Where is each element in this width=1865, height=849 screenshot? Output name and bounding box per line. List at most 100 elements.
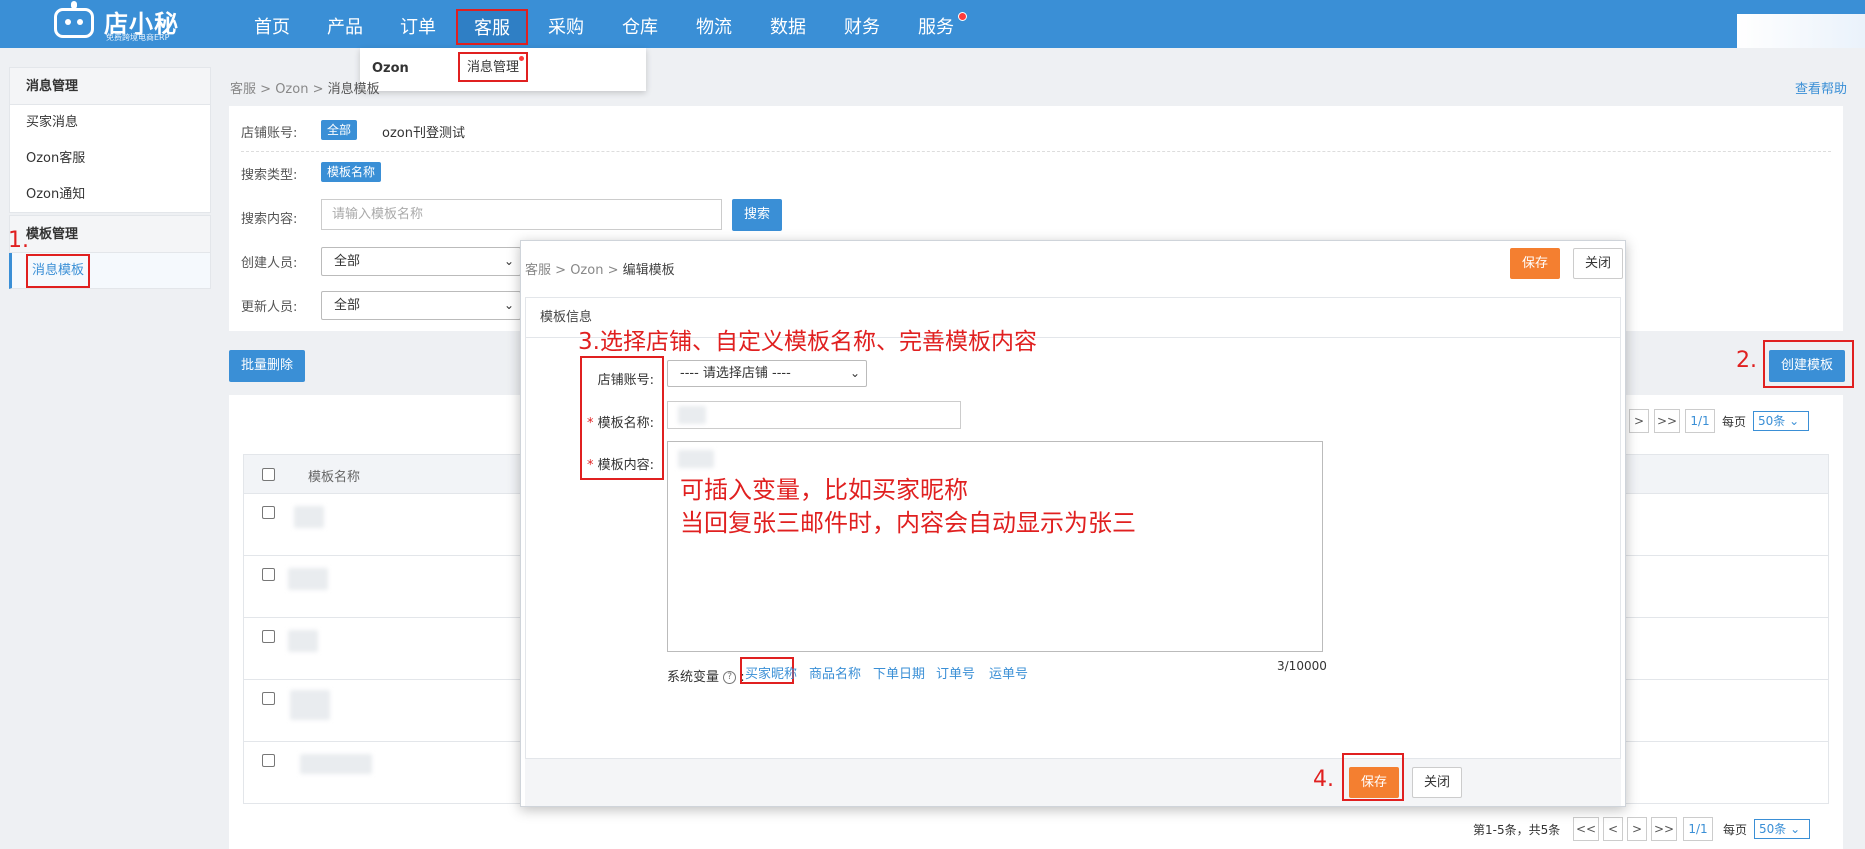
- dropdown-group-ozon: Ozon: [372, 61, 409, 76]
- chevron-down-icon: ⌄: [503, 298, 514, 312]
- row-checkbox[interactable]: [262, 506, 275, 519]
- content-char-counter: 3/10000: [1277, 659, 1327, 673]
- hint-insert-variables: 可插入变量，比如买家昵称: [680, 476, 968, 504]
- search-content-label: 搜索内容:: [241, 212, 298, 227]
- sidebar-item-label: 消息模板: [26, 254, 91, 288]
- brand-tagline: 免费跨境电商ERP: [106, 33, 170, 42]
- user-account-box[interactable]: [1737, 14, 1865, 48]
- shop-account-select[interactable]: ---- 请选择店铺 ---- ⌄: [667, 360, 867, 387]
- breadcrumb-separator-icon: >: [312, 82, 328, 97]
- modal-body: 模板信息 3.选择店铺、自定义模板名称、完善模板内容 店铺账号: ---- 请选…: [525, 297, 1621, 759]
- sidebar-item-ozon-service[interactable]: Ozon客服: [9, 141, 211, 177]
- per-page-select[interactable]: 50条 ⌄: [1753, 411, 1809, 431]
- breadcrumb: 客服 > Ozon > 消息模板: [230, 78, 380, 97]
- customer-service-dropdown: Ozon 消息管理: [360, 48, 646, 91]
- modal-crumb-current: 编辑模板: [622, 263, 675, 278]
- pager-last-button[interactable]: >>: [1651, 817, 1677, 841]
- template-name-label-text: 模板名称:: [597, 416, 654, 431]
- nav-warehouse[interactable]: 仓库: [622, 0, 658, 48]
- nav-home[interactable]: 首页: [254, 0, 290, 48]
- template-name-redacted: [678, 406, 706, 424]
- template-name-redacted: [290, 690, 330, 720]
- dropdown-item-label: 消息管理: [467, 60, 520, 75]
- help-link[interactable]: 查看帮助: [1795, 78, 1847, 97]
- per-page-label: 每页: [1723, 823, 1748, 837]
- required-mark: *: [586, 458, 594, 473]
- sidebar-item-ozon-notices[interactable]: Ozon通知: [9, 177, 211, 213]
- nav-orders[interactable]: 订单: [400, 0, 436, 48]
- pager-next-button[interactable]: >: [1627, 817, 1647, 841]
- system-variables-label: 系统变量 ? :: [667, 670, 745, 685]
- var-order-number[interactable]: 订单号: [936, 663, 975, 682]
- template-name-input[interactable]: [667, 401, 961, 429]
- breadcrumb-current: 消息模板: [327, 82, 380, 97]
- template-content-textarea[interactable]: 可插入变量，比如买家昵称 当回复张三邮件时，内容会自动显示为张三: [667, 441, 1323, 652]
- chevron-down-icon: ⌄: [849, 366, 860, 380]
- robot-logo-icon: [54, 8, 94, 38]
- modal-save-button-bottom[interactable]: 保存: [1349, 767, 1400, 798]
- shop-filter-option[interactable]: ozon刊登测试: [382, 122, 465, 141]
- step-2-annotation: 2.: [1736, 348, 1757, 373]
- modal-save-button-top[interactable]: 保存: [1510, 248, 1561, 279]
- search-type-option[interactable]: 模板名称: [321, 162, 382, 182]
- per-page-value: 50条: [1759, 822, 1787, 836]
- creator-filter-label: 创建人员:: [241, 256, 298, 271]
- app-logo[interactable]: 店小秘 免费跨境电商ERP: [50, 1, 180, 44]
- shop-filter-label: 店铺账号:: [241, 126, 298, 141]
- shop-account-label: 店铺账号:: [597, 373, 654, 388]
- template-name-redacted: [294, 506, 324, 528]
- sidebar-section-messages: 消息管理: [9, 67, 211, 105]
- row-checkbox[interactable]: [262, 630, 275, 643]
- pager-prev-button[interactable]: <: [1603, 817, 1623, 841]
- pager-next-button[interactable]: >: [1629, 409, 1649, 433]
- system-variables-text: 系统变量: [667, 670, 720, 685]
- template-content-label-text: 模板内容:: [597, 458, 654, 473]
- modal-close-button-bottom[interactable]: 关闭: [1412, 767, 1463, 798]
- sidebar-section-templates: 模板管理: [9, 215, 211, 253]
- modal-close-button-top[interactable]: 关闭: [1573, 248, 1624, 279]
- create-template-button[interactable]: 创建模板: [1769, 350, 1846, 382]
- breadcrumb-mid[interactable]: Ozon: [275, 82, 308, 97]
- sidebar-item-buyer-messages[interactable]: 买家消息: [9, 105, 211, 141]
- nav-purchasing[interactable]: 采购: [548, 0, 584, 48]
- search-input[interactable]: 请输入模板名称: [321, 199, 722, 230]
- modal-crumb-root[interactable]: 客服: [525, 263, 551, 278]
- template-name-label: * 模板名称:: [586, 412, 654, 431]
- step-4-annotation: 4.: [1313, 767, 1334, 792]
- template-name-redacted: [300, 754, 372, 774]
- var-product-name[interactable]: 商品名称: [809, 663, 861, 682]
- breadcrumb-separator-icon: >: [555, 263, 571, 278]
- updater-select-value: 全部: [334, 298, 361, 313]
- creator-select[interactable]: 全部 ⌄: [321, 247, 521, 276]
- row-checkbox[interactable]: [262, 754, 275, 767]
- var-order-date[interactable]: 下单日期: [873, 663, 925, 682]
- nav-services[interactable]: 服务: [918, 0, 954, 48]
- nav-finance[interactable]: 财务: [844, 0, 880, 48]
- row-checkbox[interactable]: [262, 568, 275, 581]
- pager-last-button[interactable]: >>: [1654, 409, 1680, 433]
- nav-products[interactable]: 产品: [327, 0, 363, 48]
- hint-auto-replace: 当回复张三邮件时，内容会自动显示为张三: [680, 509, 1136, 537]
- divider: [241, 151, 1831, 152]
- per-page-select[interactable]: 50条 ⌄: [1754, 819, 1810, 839]
- nav-logistics[interactable]: 物流: [696, 0, 732, 48]
- nav-customer-service[interactable]: 客服: [456, 9, 528, 45]
- select-all-checkbox[interactable]: [262, 468, 275, 481]
- sidebar-item-message-templates[interactable]: 消息模板: [9, 253, 211, 289]
- bulk-delete-button[interactable]: 批量删除: [229, 350, 306, 382]
- edit-template-modal: 客服 > Ozon > 编辑模板 保存 关闭 模板信息 3.选择店铺、自定义模板…: [520, 240, 1626, 807]
- row-checkbox[interactable]: [262, 692, 275, 705]
- search-button[interactable]: 搜索: [732, 199, 783, 231]
- breadcrumb-separator-icon: >: [607, 263, 623, 278]
- pager-first-button[interactable]: <<: [1573, 817, 1599, 841]
- updater-select[interactable]: 全部 ⌄: [321, 291, 521, 320]
- help-icon[interactable]: ?: [723, 671, 737, 684]
- var-tracking-number[interactable]: 运单号: [989, 663, 1028, 682]
- modal-crumb-mid[interactable]: Ozon: [570, 263, 603, 278]
- dropdown-item-message-management[interactable]: 消息管理: [458, 52, 529, 82]
- updater-filter-label: 更新人员:: [241, 300, 298, 315]
- var-buyer-nickname[interactable]: 买家昵称: [745, 663, 797, 682]
- shop-filter-all[interactable]: 全部: [321, 120, 358, 140]
- breadcrumb-root[interactable]: 客服: [230, 82, 256, 97]
- nav-data[interactable]: 数据: [770, 0, 806, 48]
